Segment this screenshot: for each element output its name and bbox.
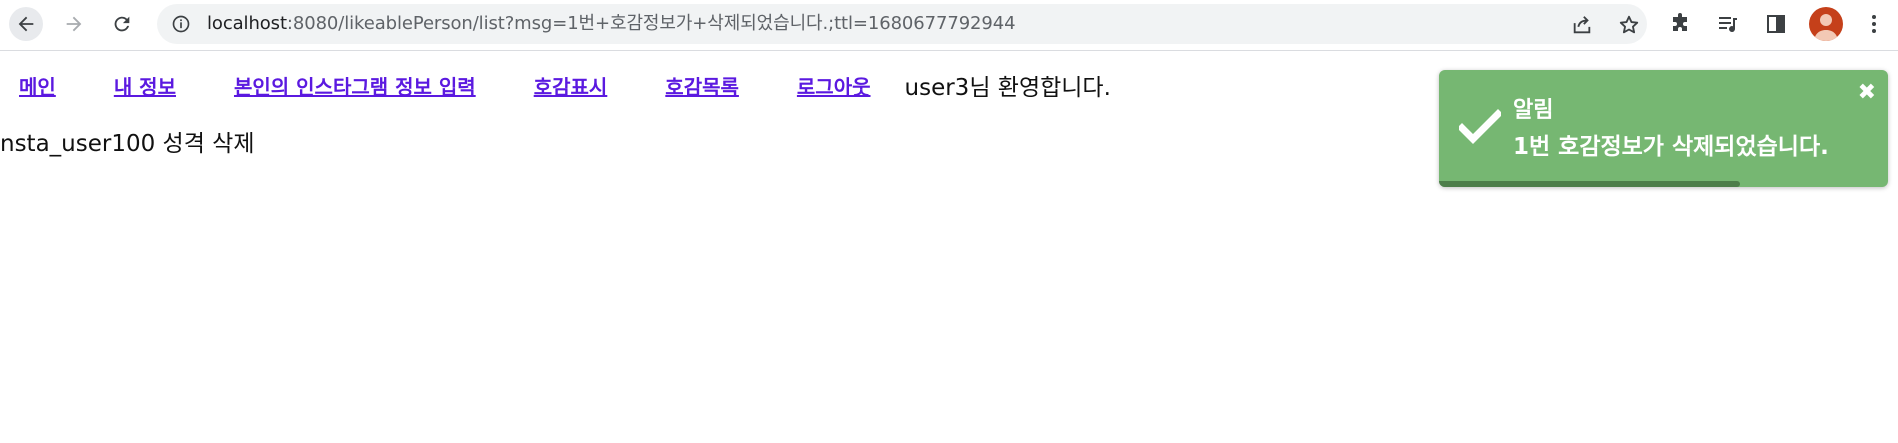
reload-button[interactable] — [105, 7, 139, 41]
list-item: nsta_user100 성격 삭제 — [0, 131, 255, 157]
star-icon[interactable] — [1618, 14, 1640, 36]
share-icon[interactable] — [1571, 14, 1593, 36]
profile-avatar[interactable] — [1809, 7, 1843, 41]
address-bar[interactable]: localhost:8080/likeablePerson/list?msg=1… — [157, 4, 1647, 44]
welcome-text: user3님 환영합니다. — [904, 75, 1111, 101]
menu-icon[interactable] — [1862, 12, 1886, 36]
main-nav: 메인 내 정보 본인의 인스타그램 정보 입력 호감표시 호감목록 로그아웃 u… — [0, 70, 1111, 102]
extensions-icon[interactable] — [1668, 12, 1692, 36]
nav-link-like-list[interactable]: 호감목록 — [665, 71, 739, 100]
toast-progress-bar — [1439, 181, 1740, 187]
media-icon[interactable] — [1716, 12, 1740, 36]
person-icon — [1814, 14, 1838, 41]
browser-toolbar: localhost:8080/likeablePerson/list?msg=1… — [0, 0, 1898, 51]
nav-link-instagram-info[interactable]: 본인의 인스타그램 정보 입력 — [234, 71, 476, 100]
toast-title: 알림 — [1513, 98, 1554, 123]
side-panel-icon[interactable] — [1764, 12, 1788, 36]
forward-arrow-icon — [66, 16, 82, 32]
reload-icon — [114, 16, 130, 32]
toast-message: 1번 호감정보가 삭제되었습니다. — [1513, 134, 1829, 160]
nav-link-main[interactable]: 메인 — [19, 71, 56, 100]
close-icon[interactable]: ✖ — [1858, 82, 1876, 104]
site-info-icon[interactable] — [171, 14, 191, 34]
toast-notification: 알림 1번 호감정보가 삭제되었습니다. ✖ — [1439, 70, 1888, 187]
nav-link-my-info[interactable]: 내 정보 — [114, 71, 176, 100]
back-button[interactable] — [9, 7, 43, 41]
toast-progress-track — [1439, 181, 1888, 187]
checkmark-icon — [1459, 109, 1501, 144]
nav-link-like[interactable]: 호감표시 — [534, 71, 608, 100]
back-arrow-icon — [18, 16, 34, 32]
url-host: localhost — [207, 13, 287, 34]
nav-link-logout[interactable]: 로그아웃 — [797, 71, 871, 100]
url-text[interactable]: localhost:8080/likeablePerson/list?msg=1… — [207, 4, 1016, 44]
forward-button[interactable] — [57, 7, 91, 41]
url-path: :8080/likeablePerson/list?msg=1번+호감정보가+삭… — [286, 13, 1016, 34]
